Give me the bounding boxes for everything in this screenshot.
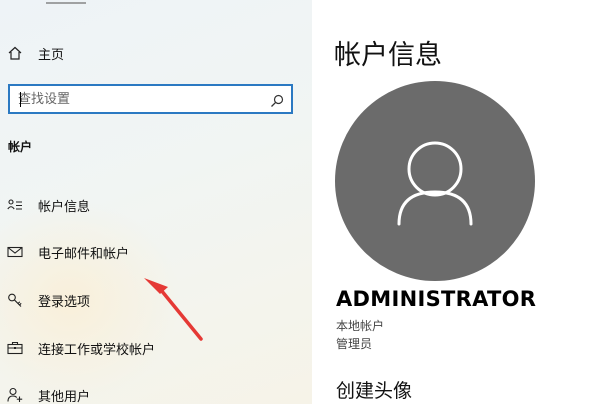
avatar xyxy=(335,81,535,281)
sidebar-item-sign-in-options[interactable]: 登录选项 xyxy=(0,282,312,318)
key-icon xyxy=(7,292,23,308)
sidebar-item-work-school[interactable]: 连接工作或学校帐户 xyxy=(0,330,312,366)
sidebar-item-label: 电子邮件和帐户 xyxy=(38,246,130,262)
mail-icon xyxy=(7,244,23,260)
briefcase-icon xyxy=(7,340,23,356)
sidebar-item-home-label: 主页 xyxy=(38,47,65,63)
search-box[interactable] xyxy=(8,84,293,114)
window-title-remnant xyxy=(46,0,86,4)
sidebar-item-label: 帐户信息 xyxy=(38,199,91,215)
settings-sidebar: 主页 帐户 帐户信息 电子邮件和帐户 登录选项 连接工作或学校帐户 xyxy=(0,0,312,404)
sidebar-item-other-users[interactable]: 其他用户 xyxy=(0,377,312,404)
page-title: 帐户信息 xyxy=(334,40,442,71)
user-name: ADMINISTRATOR xyxy=(336,287,537,311)
sidebar-item-label: 其他用户 xyxy=(38,389,91,404)
sidebar-item-label: 登录选项 xyxy=(38,294,91,310)
sidebar-item-account-info[interactable]: 帐户信息 xyxy=(0,187,312,223)
sidebar-item-label: 连接工作或学校帐户 xyxy=(38,342,156,358)
section-title-accounts: 帐户 xyxy=(8,140,33,154)
search-input[interactable] xyxy=(16,90,260,108)
search-icon[interactable] xyxy=(270,93,284,112)
user-silhouette-icon xyxy=(397,141,473,226)
add-user-icon xyxy=(7,387,23,403)
sidebar-item-home[interactable]: 主页 xyxy=(0,35,312,71)
account-type: 本地帐户 xyxy=(336,319,385,333)
account-role: 管理员 xyxy=(336,337,373,351)
account-info-icon xyxy=(7,197,23,213)
account-info-page: 帐户信息 ADMINISTRATOR 本地帐户 管理员 创建头像 xyxy=(312,0,600,404)
section-title-create-avatar: 创建头像 xyxy=(336,380,413,402)
text-caret xyxy=(20,92,21,107)
sidebar-item-email-accounts[interactable]: 电子邮件和帐户 xyxy=(0,234,312,270)
home-icon xyxy=(7,45,23,61)
